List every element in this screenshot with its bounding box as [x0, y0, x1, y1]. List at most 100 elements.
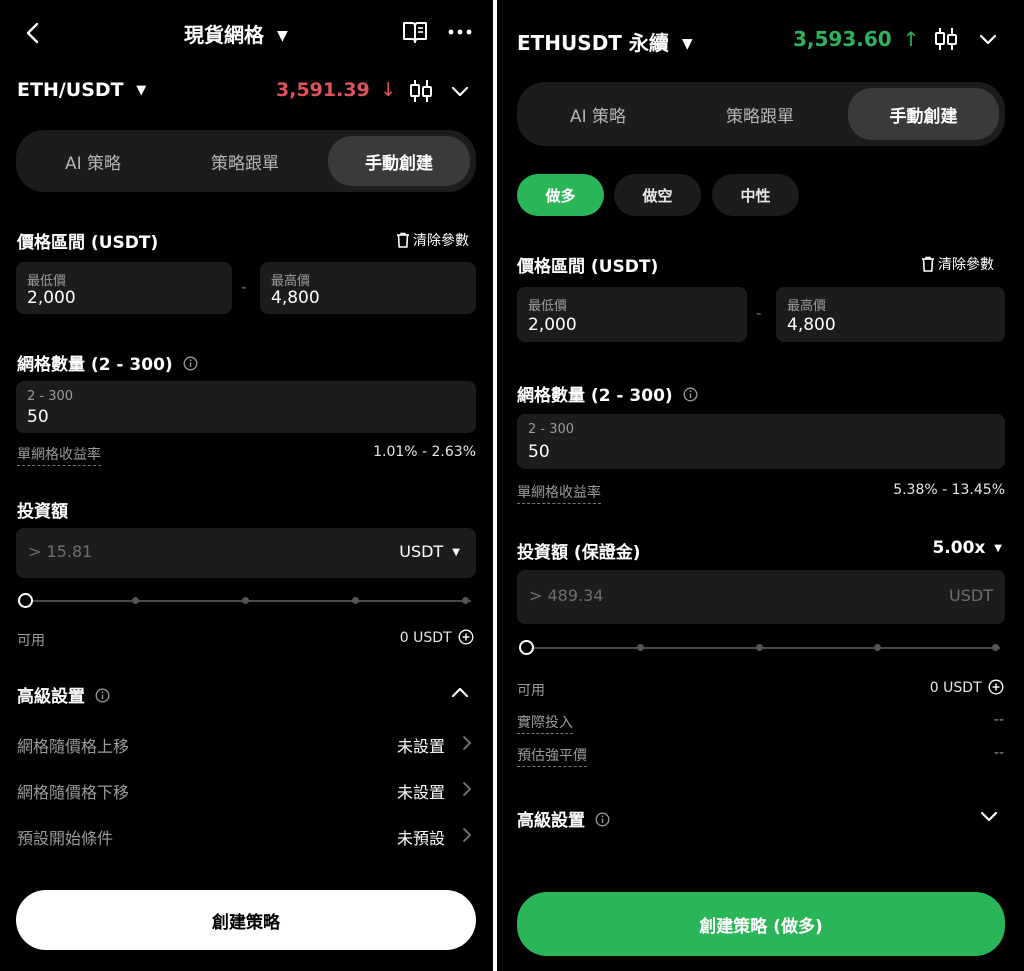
info-icon[interactable] — [183, 356, 198, 376]
investment-placeholder: > 489.34 — [529, 586, 604, 605]
info-icon[interactable] — [95, 688, 110, 708]
clear-params-label: 清除參數 — [413, 233, 469, 249]
add-funds-icon[interactable] — [458, 629, 474, 649]
advanced-settings-title[interactable]: 高級設置 — [517, 806, 610, 832]
investment-slider[interactable] — [518, 639, 1002, 657]
profit-rate-label[interactable]: 單網格收益率 — [17, 444, 101, 466]
create-long-strategy-button[interactable]: 創建策略 (做多) — [517, 892, 1005, 956]
tab-copy-strategy[interactable]: 策略跟單 — [685, 88, 835, 140]
page-title[interactable]: 現貨網格 ▼ — [184, 19, 288, 48]
max-price-field[interactable]: 最高價 4,800 — [776, 287, 1005, 342]
liquidation-price-text: 預估強平價 — [517, 748, 587, 767]
pair-symbol: ETH/USDT — [17, 79, 124, 101]
chevron-down-icon[interactable] — [450, 82, 470, 100]
price-value: 3,593.60 — [793, 27, 892, 51]
mode-short-button[interactable]: 做空 — [614, 174, 701, 216]
contract-selector[interactable]: ETHUSDT 永續 ▼ — [517, 27, 693, 56]
add-funds-icon[interactable] — [988, 679, 1004, 699]
caret-down-icon: ▼ — [452, 547, 460, 558]
clear-params-button[interactable]: 清除參數 — [921, 254, 994, 276]
profit-rate-label[interactable]: 單網格收益率 — [517, 482, 601, 504]
investment-input[interactable]: > 15.81 USDT ▼ — [16, 528, 476, 578]
grid-count-title-text: 網格數量 (2 - 300) — [17, 355, 173, 375]
investment-slider[interactable] — [17, 592, 473, 610]
mode-long-button[interactable]: 做多 — [517, 174, 604, 216]
min-price-label: 最低價 — [528, 299, 568, 314]
clear-params-label: 清除參數 — [938, 257, 994, 273]
tab-ai-strategy[interactable]: AI 策略 — [523, 88, 673, 140]
setting-label: 網格隨價格下移 — [17, 783, 130, 802]
slider-step-dot — [132, 597, 139, 604]
profit-rate-value: 1.01% - 2.63% — [373, 444, 476, 460]
setting-row-grid-up[interactable]: 網格隨價格上移 未設置 — [17, 731, 475, 757]
max-price-value: 4,800 — [787, 315, 836, 335]
max-price-field[interactable]: 最高價 4,800 — [260, 262, 476, 314]
grid-count-title: 網格數量 (2 - 300) — [517, 381, 698, 407]
candlestick-chart-icon[interactable] — [933, 25, 959, 53]
range-separator: - — [756, 304, 762, 322]
info-icon[interactable] — [683, 387, 698, 407]
price-value: 3,591.39 — [276, 79, 370, 101]
price-range-title: 價格區間 (USDT) — [17, 233, 159, 253]
mode-neutral-button[interactable]: 中性 — [712, 174, 799, 216]
tab-manual-create[interactable]: 手動創建 — [328, 136, 470, 186]
chevron-right-icon — [462, 781, 472, 801]
liquidation-price-label[interactable]: 預估強平價 — [517, 745, 587, 767]
grid-count-value: 50 — [27, 407, 49, 427]
setting-value: 未設置 — [396, 737, 445, 756]
grid-count-field[interactable]: 2 - 300 50 — [16, 381, 476, 433]
grid-count-value: 50 — [528, 442, 550, 462]
slider-thumb[interactable] — [519, 640, 534, 655]
min-price-field[interactable]: 最低價 2,000 — [517, 287, 747, 342]
slider-step-dot — [242, 597, 249, 604]
chevron-down-icon[interactable] — [979, 807, 999, 825]
tab-copy-strategy[interactable]: 策略跟單 — [174, 136, 316, 186]
price-range-title: 價格區間 (USDT) — [517, 257, 659, 277]
setting-label: 預設開始條件 — [17, 829, 114, 848]
contract-symbol: ETHUSDT 永續 — [517, 31, 669, 55]
grid-count-field[interactable]: 2 - 300 50 — [517, 414, 1005, 469]
book-icon[interactable] — [401, 19, 429, 45]
currency-label: USDT — [949, 586, 993, 605]
investment-title: 投資額 — [17, 502, 68, 522]
caret-down-icon: ▼ — [276, 28, 288, 44]
currency-selector[interactable]: USDT ▼ — [399, 542, 460, 561]
pair-selector[interactable]: ETH/USDT ▼ — [17, 79, 146, 101]
grid-count-placeholder: 2 - 300 — [27, 389, 74, 404]
profit-rate-label-text: 單網格收益率 — [17, 447, 101, 466]
trash-icon — [396, 232, 410, 252]
investment-input[interactable]: > 489.34 USDT — [517, 570, 1005, 624]
slider-thumb[interactable] — [18, 593, 33, 608]
trash-icon — [921, 256, 935, 276]
info-icon[interactable] — [595, 812, 610, 832]
caret-down-icon: ▼ — [994, 543, 1002, 554]
create-strategy-button[interactable]: 創建策略 — [16, 890, 476, 950]
actual-investment-value: -- — [993, 712, 1004, 728]
leverage-value: 5.00x — [932, 538, 986, 558]
strategy-tabs: AI 策略 策略跟單 手動創建 — [517, 82, 1005, 146]
caret-down-icon: ▼ — [136, 83, 147, 98]
contract-price: 3,593.60 ↑ — [793, 27, 919, 51]
min-price-field[interactable]: 最低價 2,000 — [16, 262, 232, 314]
clear-params-button[interactable]: 清除參數 — [396, 230, 469, 252]
setting-row-start-condition[interactable]: 預設開始條件 未預設 — [17, 823, 475, 849]
slider-step-dot — [992, 644, 999, 651]
tab-ai-strategy[interactable]: AI 策略 — [22, 136, 164, 186]
range-separator: - — [241, 278, 247, 296]
more-icon[interactable] — [447, 22, 475, 42]
setting-row-grid-down[interactable]: 網格隨價格下移 未設置 — [17, 777, 475, 803]
chevron-right-icon — [462, 827, 472, 847]
actual-investment-label[interactable]: 實際投入 — [517, 712, 573, 734]
candlestick-chart-icon[interactable] — [408, 77, 434, 105]
tab-manual-create[interactable]: 手動創建 — [848, 88, 999, 140]
chevron-up-icon[interactable] — [450, 683, 470, 701]
liquidation-price-value: -- — [993, 745, 1004, 761]
back-icon[interactable] — [22, 20, 44, 46]
advanced-settings-title[interactable]: 高級設置 — [17, 682, 110, 708]
leverage-selector[interactable]: 5.00x ▼ — [932, 538, 1002, 558]
chevron-down-icon[interactable] — [978, 30, 998, 48]
advanced-settings-text: 高級設置 — [517, 811, 585, 831]
min-price-value: 2,000 — [528, 315, 577, 335]
available-amount: 0 USDT — [399, 630, 452, 646]
arrow-up-icon: ↑ — [902, 27, 920, 51]
